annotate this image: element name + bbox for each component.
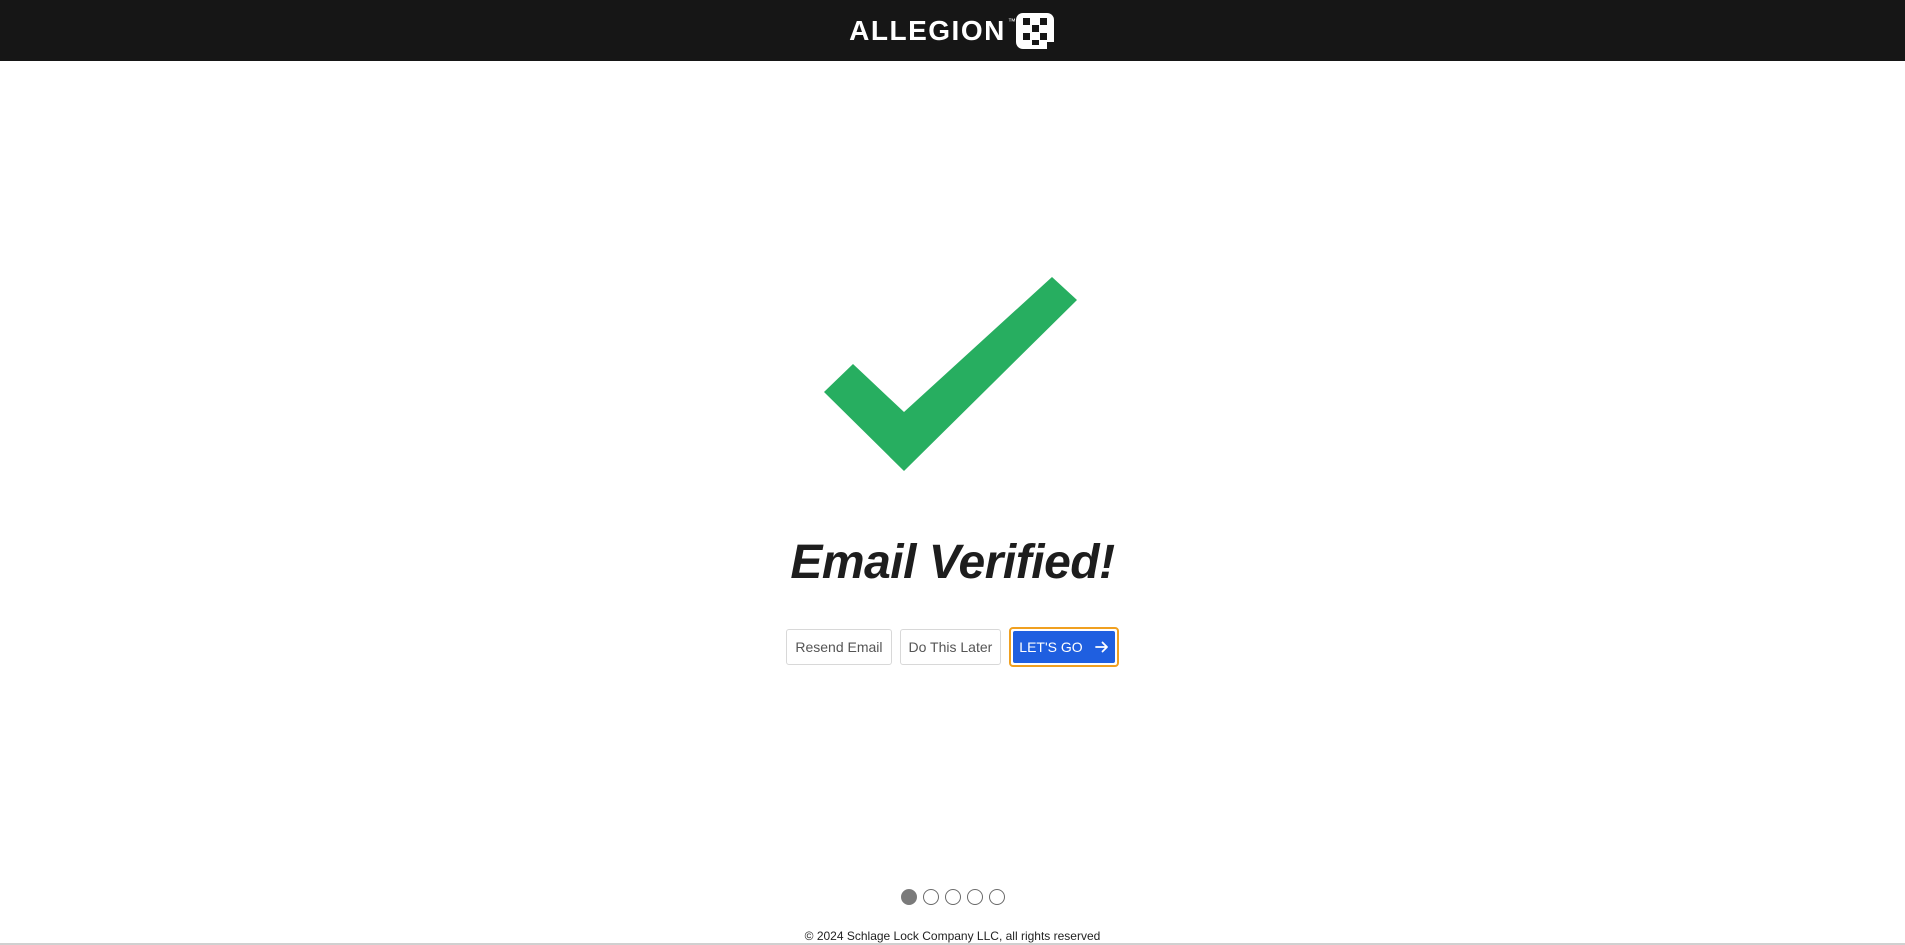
page-title: Email Verified! (790, 536, 1115, 589)
allegion-logo-icon (1015, 12, 1055, 50)
step-dot-2[interactable] (922, 889, 939, 905)
brand-name: ALLEGION ™ (849, 14, 1016, 46)
resend-email-button[interactable]: Resend Email (786, 629, 892, 665)
action-buttons: Resend Email Do This Later LET'S GO (0, 627, 1905, 667)
top-bar: ALLEGION ™ (0, 0, 1905, 61)
step-dot-3[interactable] (944, 889, 961, 905)
step-dot-5[interactable] (988, 889, 1005, 905)
arrow-right-icon (1094, 641, 1108, 653)
lets-go-button[interactable]: LET'S GO (1013, 631, 1115, 663)
brand-logo[interactable]: ALLEGION ™ (849, 12, 1056, 50)
lets-go-label: LET'S GO (1019, 639, 1083, 655)
checkmark-icon (820, 272, 1080, 472)
focus-ring: LET'S GO (1009, 627, 1119, 667)
do-this-later-button[interactable]: Do This Later (899, 629, 1002, 665)
trademark-symbol: ™ (1007, 16, 1016, 26)
step-dot-1[interactable] (900, 889, 917, 905)
step-pagination (0, 889, 1905, 905)
step-dot-4[interactable] (966, 889, 983, 905)
copyright-text: © 2024 Schlage Lock Company LLC, all rig… (804, 929, 1101, 943)
